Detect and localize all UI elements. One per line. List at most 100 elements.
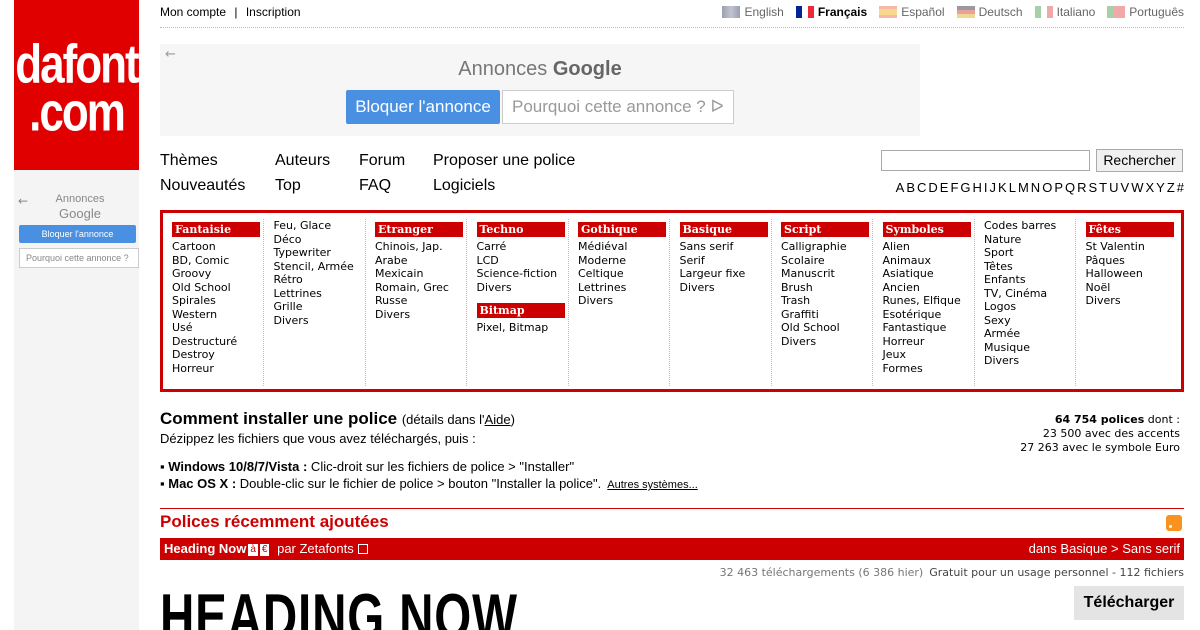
alphabet-letter[interactable]: I <box>984 180 988 195</box>
alphabet-letter[interactable]: C <box>917 180 926 195</box>
category-link[interactable]: Brush <box>781 281 872 295</box>
alphabet-letter[interactable]: A <box>896 180 905 195</box>
category-heading[interactable]: Techno <box>476 222 565 237</box>
alphabet-letter[interactable]: W <box>1131 180 1143 195</box>
category-link[interactable]: Têtes <box>984 260 1075 274</box>
alphabet-letter[interactable]: Y <box>1156 180 1165 195</box>
other-systems-link[interactable]: Autres systèmes... <box>607 479 697 491</box>
alphabet-letter[interactable]: Q <box>1065 180 1075 195</box>
category-link[interactable]: Codes barres <box>984 219 1075 233</box>
alphabet-letter[interactable]: J <box>990 180 997 195</box>
alphabet-letter[interactable]: X <box>1145 180 1154 195</box>
search-input[interactable] <box>881 150 1090 171</box>
signup-link[interactable]: Inscription <box>246 5 301 19</box>
category-link[interactable]: Animaux <box>883 254 974 268</box>
category-link[interactable]: Formes <box>883 362 974 376</box>
alphabet-letter[interactable]: R <box>1077 180 1086 195</box>
category-heading[interactable]: Bitmap <box>476 303 565 318</box>
left-ad-why-button[interactable]: Pourquoi cette annonce ? <box>19 248 139 268</box>
alphabet-letter[interactable]: D <box>928 180 937 195</box>
font-preview[interactable]: HEADING NOW <box>160 580 518 630</box>
left-ad-block-button[interactable]: Bloquer l'annonce <box>19 225 136 243</box>
font-name-link[interactable]: Heading Now <box>164 541 246 556</box>
alphabet-letter[interactable]: B <box>906 180 915 195</box>
category-link[interactable]: Russe <box>375 294 466 308</box>
category-link[interactable]: Horreur <box>172 362 263 376</box>
category-link[interactable]: St Valentin <box>1086 240 1178 254</box>
nav-themes[interactable]: Thèmes <box>160 152 218 170</box>
category-link[interactable]: Groovy <box>172 267 263 281</box>
category-link[interactable]: Fantastique <box>883 321 974 335</box>
category-heading[interactable]: Etranger <box>375 222 463 237</box>
category-link[interactable]: Noël <box>1086 281 1178 295</box>
category-link[interactable]: Romain, Grec <box>375 281 466 295</box>
lang-german[interactable]: Deutsch <box>956 5 1023 19</box>
category-link[interactable]: Pâques <box>1086 254 1178 268</box>
category-link[interactable]: Old School <box>172 281 263 295</box>
alphabet-letter[interactable]: K <box>998 180 1007 195</box>
category-link[interactable]: Serif <box>680 254 771 268</box>
category-link[interactable]: Calligraphie <box>781 240 872 254</box>
category-link[interactable]: Arabe <box>375 254 466 268</box>
category-link[interactable]: Feu, Glace <box>274 219 365 233</box>
top-ad-why-button[interactable]: Pourquoi cette annonce ? ᐅ <box>502 90 734 124</box>
rss-icon[interactable] <box>1166 515 1182 531</box>
alphabet-letter[interactable]: T <box>1099 180 1107 195</box>
category-link[interactable]: Scolaire <box>781 254 872 268</box>
category-link[interactable]: Logos <box>984 300 1075 314</box>
alphabet-letter[interactable]: U <box>1109 180 1118 195</box>
category-link[interactable]: Old School <box>781 321 872 335</box>
category-link[interactable]: Graffiti <box>781 308 872 322</box>
nav-authors[interactable]: Auteurs <box>275 152 330 170</box>
alphabet-letter[interactable]: G <box>960 180 970 195</box>
category-link[interactable]: Musique <box>984 341 1075 355</box>
nav-forum[interactable]: Forum <box>359 152 405 170</box>
alphabet-letter[interactable]: # <box>1177 180 1184 195</box>
category-link[interactable]: Spirales <box>172 294 263 308</box>
category-link[interactable]: Lettrines <box>578 281 669 295</box>
category-link[interactable]: Moderne <box>578 254 669 268</box>
alphabet-letter[interactable]: H <box>973 180 982 195</box>
category-link[interactable]: TV, Cinéma <box>984 287 1075 301</box>
category-link[interactable]: Asiatique <box>883 267 974 281</box>
help-link[interactable]: Aide <box>485 412 511 427</box>
category-link[interactable]: Typewriter <box>274 246 365 260</box>
my-account-link[interactable]: Mon compte <box>160 5 226 19</box>
alphabet-letter[interactable]: O <box>1042 180 1052 195</box>
category-link[interactable]: Chinois, Jap. <box>375 240 466 254</box>
lang-french[interactable]: Français <box>795 5 867 19</box>
category-link[interactable]: Rétro <box>274 273 365 287</box>
alphabet-letter[interactable]: P <box>1054 180 1063 195</box>
back-arrow-icon[interactable]: ← <box>18 194 28 208</box>
alphabet-letter[interactable]: N <box>1031 180 1040 195</box>
lang-spanish[interactable]: Español <box>879 5 945 19</box>
category-link[interactable]: Horreur <box>883 335 974 349</box>
category-link[interactable]: Sexy <box>984 314 1075 328</box>
category-link[interactable]: Enfants <box>984 273 1075 287</box>
category-heading[interactable]: Script <box>781 222 869 237</box>
alphabet-letter[interactable]: L <box>1009 180 1016 195</box>
alphabet-letter[interactable]: F <box>950 180 958 195</box>
alphabet-letter[interactable]: Z <box>1167 180 1175 195</box>
external-link-icon[interactable] <box>357 544 368 554</box>
category-link[interactable]: Mexicain <box>375 267 466 281</box>
category-link[interactable]: Lettrines <box>274 287 365 301</box>
category-link[interactable]: Nature <box>984 233 1075 247</box>
category-heading[interactable]: Fantaisie <box>172 222 260 237</box>
category-link[interactable]: Celtique <box>578 267 669 281</box>
category-heading[interactable]: Basique <box>679 222 768 237</box>
category-link[interactable]: Médiéval <box>578 240 669 254</box>
category-link[interactable]: Stencil, Armée <box>274 260 365 274</box>
category-link[interactable]: Divers <box>1086 294 1178 308</box>
category-link[interactable]: Sport <box>984 246 1075 260</box>
category-link[interactable]: Divers <box>680 281 771 295</box>
nav-submit-font[interactable]: Proposer une police <box>433 152 575 170</box>
category-link[interactable]: Destroy <box>172 348 263 362</box>
category-link[interactable]: Runes, Elfique <box>883 294 974 308</box>
category-link[interactable]: Cartoon <box>172 240 263 254</box>
category-link[interactable]: Divers <box>781 335 872 349</box>
nav-software[interactable]: Logiciels <box>433 177 495 195</box>
category-link[interactable]: Jeux <box>883 348 974 362</box>
category-link[interactable]: Divers <box>578 294 669 308</box>
font-author-link[interactable]: par Zetafonts <box>277 541 354 556</box>
